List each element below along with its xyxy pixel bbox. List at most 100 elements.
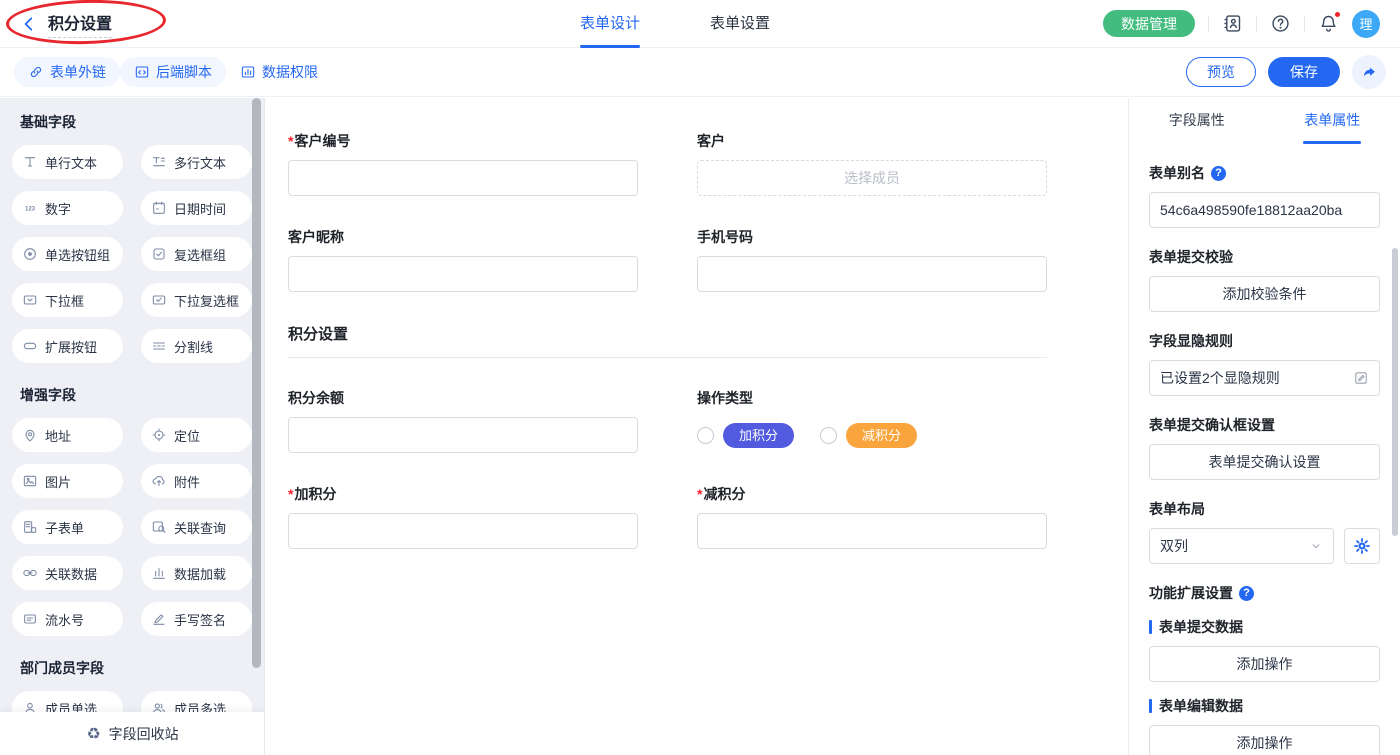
sidebar-scrollbar[interactable] xyxy=(252,98,261,668)
field-type-pill[interactable]: 下拉复选框 xyxy=(141,283,252,317)
radio-icon[interactable] xyxy=(697,427,714,444)
field-type-pill[interactable]: 地址 xyxy=(12,418,123,452)
subform-icon xyxy=(22,519,38,535)
share-button[interactable] xyxy=(1352,55,1386,89)
field-label: 客户昵称 xyxy=(288,227,638,247)
field-op-type[interactable]: 操作类型 加积分 减积分 xyxy=(697,388,1047,453)
form-toolbar: 表单外链 后端脚本 数据权限 预览 保存 xyxy=(0,48,1400,97)
text-multi-icon xyxy=(151,154,167,170)
visibility-rules-text: 已设置2个显隐规则 xyxy=(1160,368,1280,388)
field-customer[interactable]: 客户 选择成员 xyxy=(697,131,1047,196)
datetime-icon xyxy=(151,200,167,216)
external-link-button[interactable]: 表单外链 xyxy=(14,57,120,87)
field-recycle-bin[interactable]: ♻ 字段回收站 xyxy=(0,712,265,755)
field-add-points[interactable]: 加积分 xyxy=(288,484,638,549)
field-type-pill[interactable]: 附件 xyxy=(141,464,252,498)
address-icon xyxy=(22,427,38,443)
section-title-enhanced: 增强字段 xyxy=(20,385,244,405)
field-type-pill[interactable]: 分割线 xyxy=(141,329,252,363)
field-phone[interactable]: 手机号码 xyxy=(697,227,1047,292)
field-palette-sidebar: 基础字段 单行文本 多行文本 123 数字 日期时间 单选按钮组 复选框组 下拉… xyxy=(0,98,265,755)
help-filled-icon[interactable]: ? xyxy=(1211,166,1226,181)
edit-data-add-button[interactable]: 添加操作 xyxy=(1149,725,1380,755)
tab-form-settings[interactable]: 表单设置 xyxy=(710,0,770,48)
share-arrow-icon xyxy=(1361,64,1378,81)
tab-field-properties[interactable]: 字段属性 xyxy=(1129,98,1265,144)
field-type-pill[interactable]: 图片 xyxy=(12,464,123,498)
section-title: 积分设置 xyxy=(288,323,1047,358)
preview-button[interactable]: 预览 xyxy=(1186,57,1256,87)
tab-form-design[interactable]: 表单设计 xyxy=(580,0,640,48)
visibility-label: 字段显隐规则 xyxy=(1149,331,1380,351)
related-query-icon xyxy=(151,519,167,535)
data-manage-button[interactable]: 数据管理 xyxy=(1103,10,1195,37)
field-type-pill[interactable]: 单选按钮组 xyxy=(12,237,123,271)
add-points-pill: 加积分 xyxy=(723,423,794,448)
help-filled-icon[interactable]: ? xyxy=(1239,586,1254,601)
minus-points-input[interactable] xyxy=(697,513,1047,549)
properties-panel: 字段属性 表单属性 表单别名 ? 表单提交校验 添加校验条件 字段显隐规则 已设… xyxy=(1128,98,1400,755)
phone-input[interactable] xyxy=(697,256,1047,292)
field-nickname[interactable]: 客户昵称 xyxy=(288,227,638,292)
multiselect-icon xyxy=(151,292,167,308)
save-button[interactable]: 保存 xyxy=(1268,57,1340,87)
avatar[interactable]: 理 xyxy=(1352,10,1380,38)
field-type-pill[interactable]: 多行文本 xyxy=(141,145,252,179)
add-validation-button[interactable]: 添加校验条件 xyxy=(1149,276,1380,312)
field-type-pill[interactable]: 子表单 xyxy=(12,510,123,544)
visibility-rules-box[interactable]: 已设置2个显隐规则 xyxy=(1149,360,1380,396)
back-icon[interactable] xyxy=(20,15,38,33)
bell-icon[interactable] xyxy=(1318,13,1339,34)
layout-select[interactable]: 双列 xyxy=(1149,528,1334,564)
field-type-pill[interactable]: 下拉框 xyxy=(12,283,123,317)
layout-value: 双列 xyxy=(1160,536,1188,556)
field-type-pill[interactable]: 数据加载 xyxy=(141,556,252,590)
attachment-icon xyxy=(151,473,167,489)
tab-form-properties[interactable]: 表单属性 xyxy=(1265,98,1400,144)
field-label: 加积分 xyxy=(288,484,638,504)
balance-input[interactable] xyxy=(288,417,638,453)
help-circle-icon[interactable] xyxy=(1270,13,1291,34)
field-label: 客户 xyxy=(697,131,1047,151)
layout-label: 表单布局 xyxy=(1149,499,1380,519)
data-permission-button[interactable]: 数据权限 xyxy=(226,57,332,87)
submit-data-subhead: 表单提交数据 xyxy=(1149,617,1380,637)
field-balance[interactable]: 积分余额 xyxy=(288,388,638,453)
basic-fields-grid: 单行文本 多行文本 123 数字 日期时间 单选按钮组 复选框组 下拉框 下拉复… xyxy=(12,145,252,363)
field-type-pill[interactable]: 定位 xyxy=(141,418,252,452)
field-label: 手机号码 xyxy=(697,227,1047,247)
points-section-divider[interactable]: 积分设置 xyxy=(288,323,1047,358)
divider-line-icon xyxy=(151,338,167,354)
layout-settings-button[interactable] xyxy=(1344,528,1380,564)
app-header: 积分设置 表单设计 表单设置 数据管理 理 xyxy=(0,0,1400,48)
panel-scrollbar[interactable] xyxy=(1392,248,1398,536)
radio-option-minus-points[interactable]: 减积分 xyxy=(820,423,917,448)
page-title: 积分设置 xyxy=(48,10,112,38)
field-customer-no[interactable]: 客户编号 xyxy=(288,131,638,196)
field-type-pill[interactable]: 关联数据 xyxy=(12,556,123,590)
field-type-pill[interactable]: 关联查询 xyxy=(141,510,252,544)
radio-option-add-points[interactable]: 加积分 xyxy=(697,423,794,448)
nickname-input[interactable] xyxy=(288,256,638,292)
contacts-book-icon[interactable] xyxy=(1222,13,1243,34)
field-type-pill[interactable]: 手写签名 xyxy=(141,602,252,636)
edit-icon[interactable] xyxy=(1353,370,1369,386)
radio-icon[interactable] xyxy=(820,427,837,444)
field-type-pill[interactable]: 扩展按钮 xyxy=(12,329,123,363)
submit-data-add-button[interactable]: 添加操作 xyxy=(1149,646,1380,682)
customer-no-input[interactable] xyxy=(288,160,638,196)
select-member-button[interactable]: 选择成员 xyxy=(697,160,1047,196)
field-type-pill[interactable]: 日期时间 xyxy=(141,191,252,225)
submit-confirm-button[interactable]: 表单提交确认设置 xyxy=(1149,444,1380,480)
add-points-input[interactable] xyxy=(288,513,638,549)
field-type-pill[interactable]: 单行文本 xyxy=(12,145,123,179)
field-type-pill[interactable]: 123 数字 xyxy=(12,191,123,225)
form-alias-input[interactable] xyxy=(1149,192,1380,228)
field-label: 减积分 xyxy=(697,484,1047,504)
field-minus-points[interactable]: 减积分 xyxy=(697,484,1047,549)
field-type-pill[interactable]: 复选框组 xyxy=(141,237,252,271)
checkbox-group-icon xyxy=(151,246,167,262)
field-type-pill[interactable]: 流水号 xyxy=(12,602,123,636)
backend-script-button[interactable]: 后端脚本 xyxy=(120,57,226,87)
recycle-icon: ♻ xyxy=(86,726,100,742)
